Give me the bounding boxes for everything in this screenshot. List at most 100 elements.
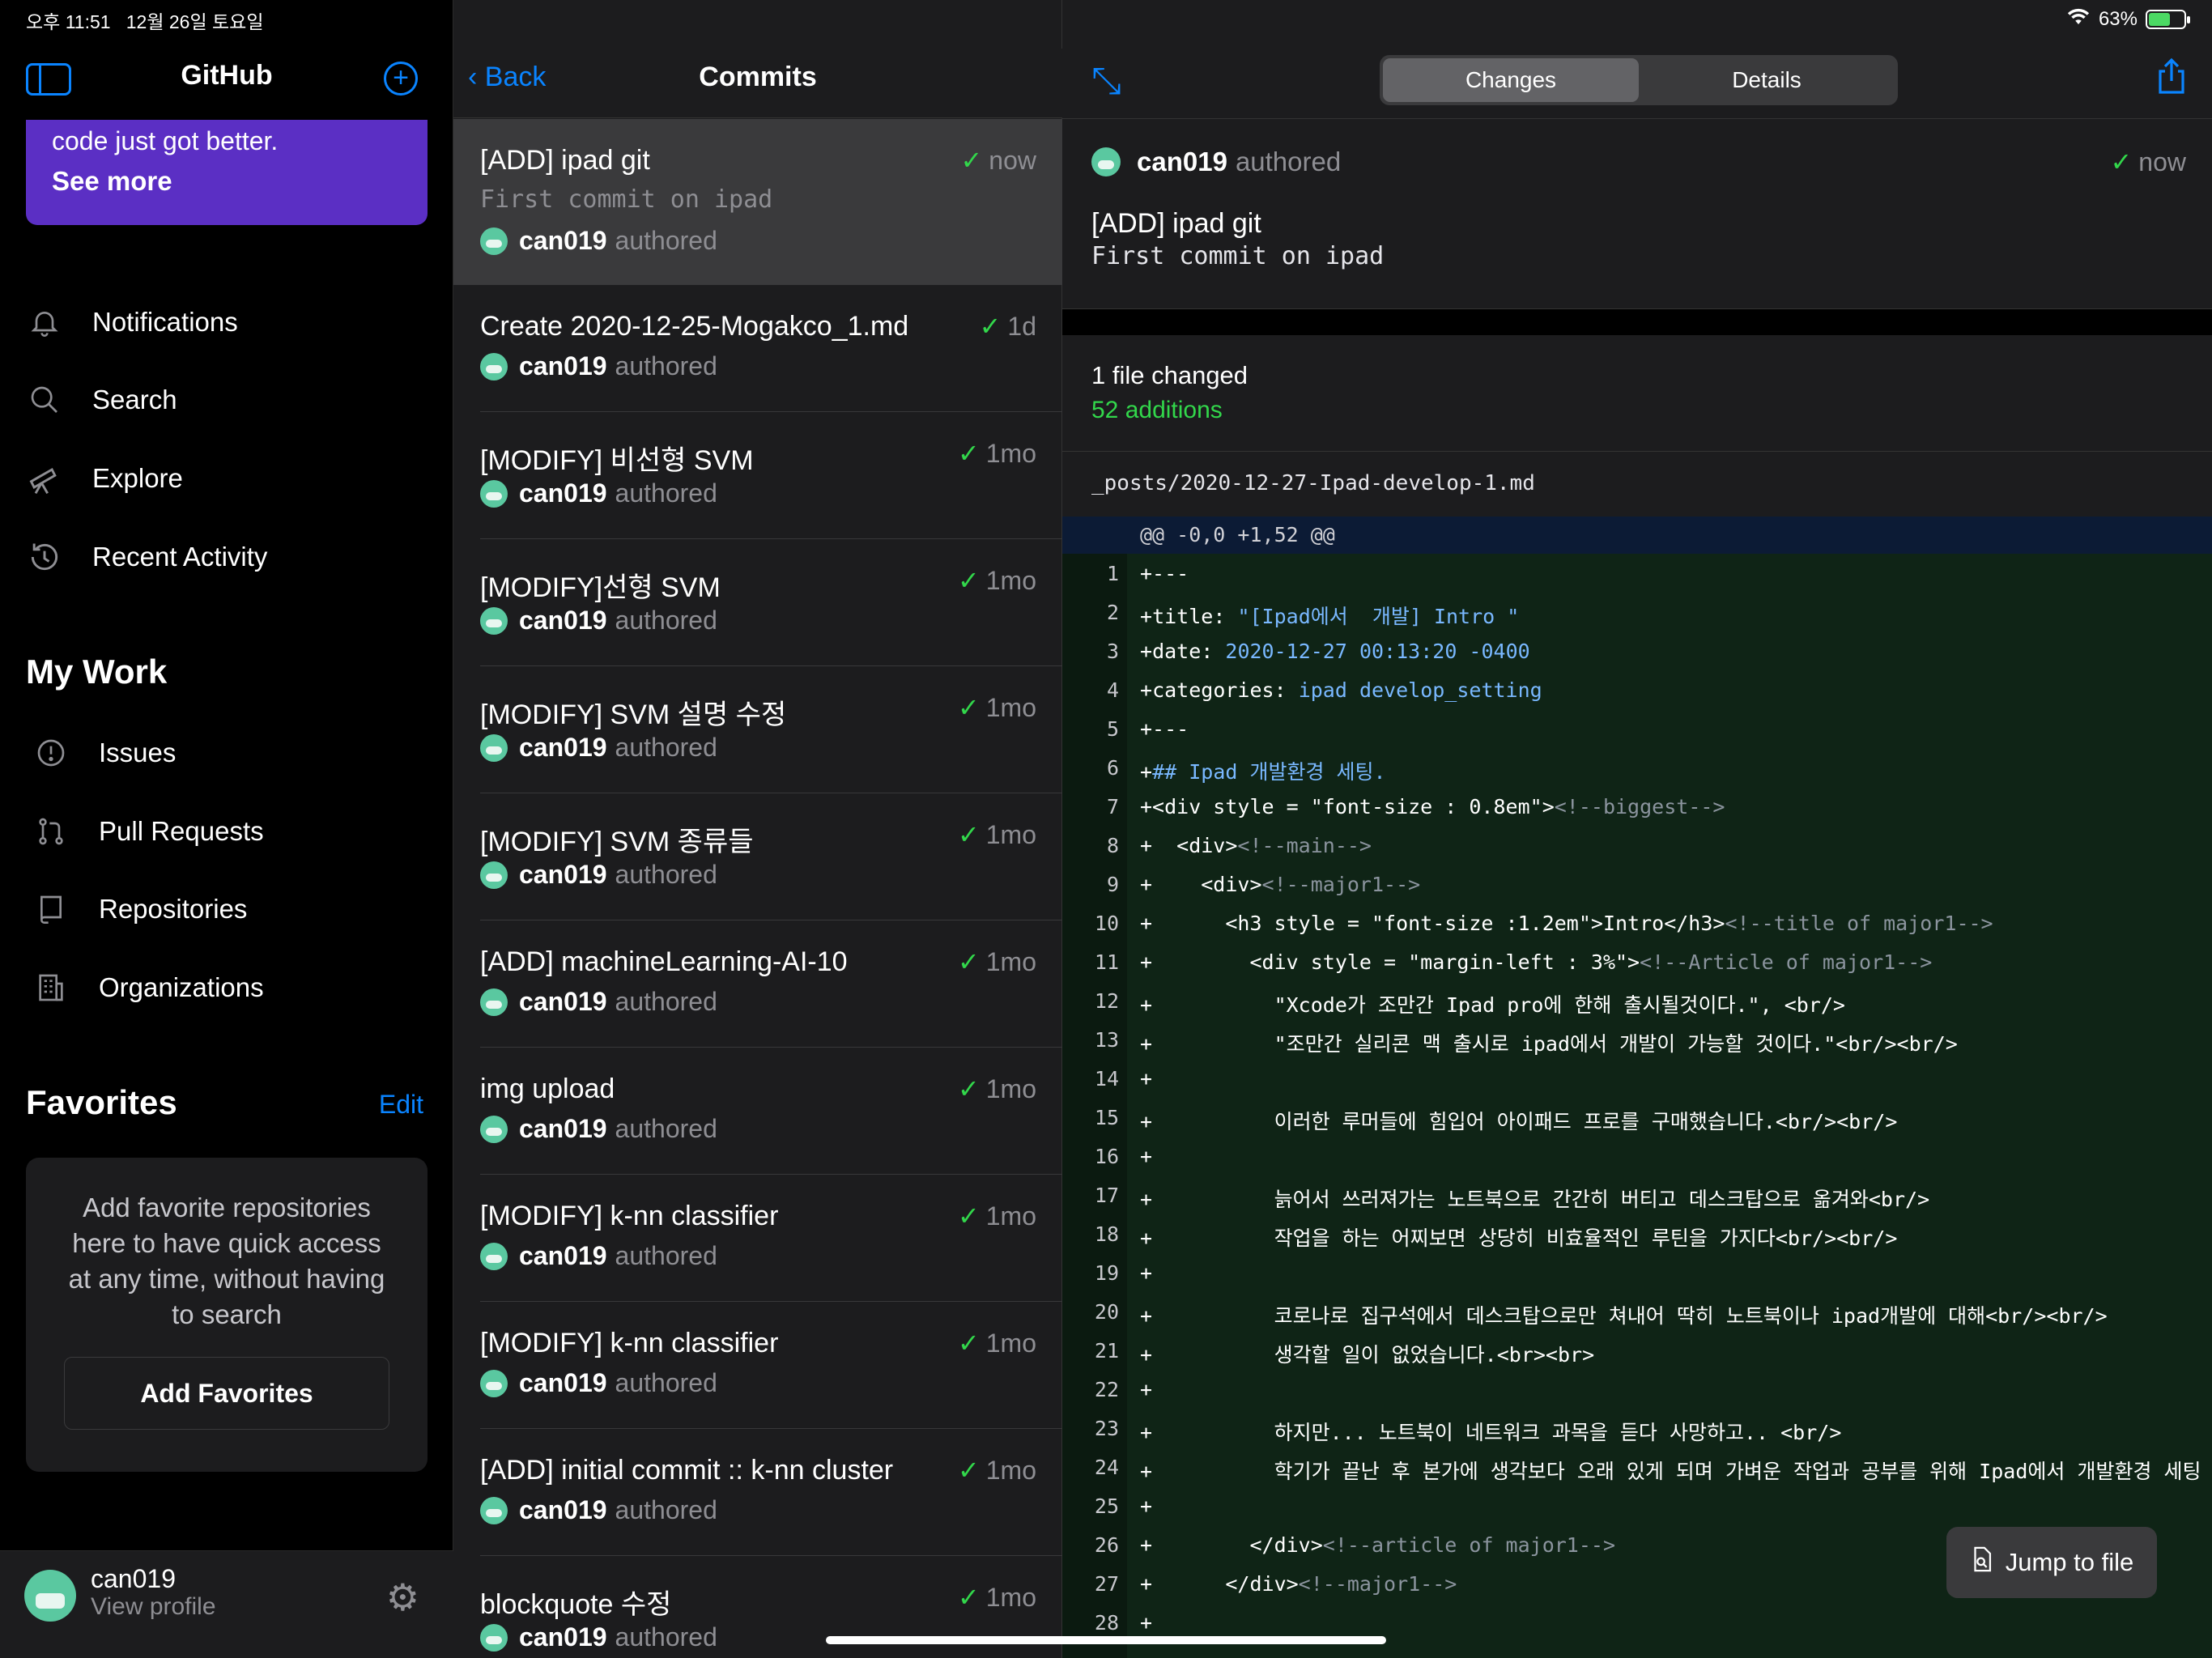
commit-author: can019 authored	[1091, 147, 1341, 177]
avatar	[480, 861, 508, 889]
favorites-empty-text: Add favorite repositories here to have q…	[68, 1192, 385, 1329]
authored-label: authored	[615, 606, 717, 635]
line-code: +title: "[Ipad에서 개발] Intro "	[1140, 605, 1520, 628]
sidebar-item-organizations[interactable]: Organizations	[32, 963, 264, 1012]
commit-author: can019 authored	[480, 1368, 717, 1398]
commit-title: [ADD] initial commit :: k-nn cluster	[480, 1455, 894, 1486]
line-number: 6	[1106, 756, 1119, 780]
author-name: can019	[519, 860, 607, 889]
commit-time-text: 1mo	[985, 693, 1036, 722]
view-profile-link[interactable]: View profile	[91, 1593, 216, 1621]
commit-time-text: 1mo	[985, 566, 1036, 595]
sidebar-item-issues[interactable]: Issues	[32, 729, 176, 777]
commit-author: can019 authored	[480, 226, 717, 256]
authored-label: authored	[615, 733, 717, 762]
commit-row[interactable]: [MODIFY]선형 SVM can019 authored ✓ 1mo	[453, 539, 1062, 666]
share-icon[interactable]	[2155, 57, 2188, 104]
change-stats: 1 file changed 52 additions	[1062, 335, 2212, 452]
promo-see-more-link[interactable]: See more	[52, 166, 402, 197]
authored-label: authored	[615, 1114, 717, 1143]
line-code: + </div><!--major1-->	[1140, 1572, 1457, 1596]
avatar	[480, 352, 508, 380]
file-path[interactable]: _posts/2020-12-27-Ipad-develop-1.md	[1091, 471, 1535, 495]
commit-row[interactable]: [MODIFY] 비선형 SVM can019 authored ✓ 1mo	[453, 412, 1062, 539]
line-code: + </div><!--article of major1-->	[1140, 1533, 1616, 1557]
sidebar-item-search[interactable]: Search	[26, 376, 177, 424]
commit-title: img upload	[480, 1073, 615, 1104]
line-code: + 학기가 끝난 후 본가에 생각보다 오래 있게 되며 가벼운 작업과 공부를…	[1140, 1460, 2201, 1483]
line-number: 1	[1106, 562, 1119, 585]
commit-time-text: 1mo	[985, 1201, 1036, 1231]
tab-changes[interactable]: Changes	[1383, 58, 1639, 102]
diff-line: 7 +<div style = "font-size : 0.8em"><!--b…	[1062, 787, 2212, 826]
line-number: 11	[1094, 950, 1119, 974]
commit-row[interactable]: [ADD] ipad git First commit on ipad can0…	[453, 119, 1062, 285]
commit-title: [MODIFY] SVM 종류들	[480, 827, 754, 857]
promo-banner[interactable]: code just got better. See more	[26, 120, 428, 225]
diff-view[interactable]: @@ -0,0 +1,52 @@ 1 +--- 2 +title: "[Ipad에서 …	[1062, 517, 2212, 1658]
diff-line: 24 + 학기가 끝난 후 본가에 생각보다 오래 있게 되며 가벼운 작업과 공…	[1062, 1448, 2212, 1486]
commit-time: ✓ 1mo	[958, 565, 1036, 596]
author-name: can019	[519, 478, 607, 508]
diff-line: 17 + 늙어서 쓰러져가는 노트북으로 간간히 버티고 데스크탑으로 옮겨와<b…	[1062, 1175, 2212, 1214]
avatar	[480, 1623, 508, 1652]
battery-icon	[2146, 9, 2190, 29]
check-icon: ✓	[960, 146, 983, 175]
status-time: 오후 11:51	[26, 11, 111, 32]
sidebar-item-label: Notifications	[92, 307, 238, 337]
commit-row[interactable]: [ADD] machineLearning-AI-10 can019 author…	[453, 920, 1062, 1048]
line-code: + <div><!--major1-->	[1140, 873, 1421, 896]
sidebar-item-pull-requests[interactable]: Pull Requests	[32, 807, 264, 856]
tab-details[interactable]: Details	[1639, 58, 1895, 102]
line-code: + 늙어서 쓰러져가는 노트북으로 간간히 버티고 데스크탑으로 옮겨와<br/…	[1140, 1188, 1930, 1211]
check-icon: ✓	[979, 312, 1002, 341]
commit-row[interactable]: [MODIFY] k-nn classifier can019 authored …	[453, 1175, 1062, 1302]
author-name: can019	[519, 1241, 607, 1270]
line-code: + 생각할 일이 없었습니다.<br><br>	[1140, 1343, 1595, 1367]
gear-icon[interactable]: ⚙	[386, 1575, 419, 1619]
favorites-heading: Favorites	[26, 1083, 177, 1121]
commit-row[interactable]: img upload can019 authored ✓ 1mo	[453, 1048, 1062, 1175]
expand-icon[interactable]: ⤡	[1091, 58, 1121, 104]
sidebar-item-notifications[interactable]: Notifications	[26, 298, 238, 346]
favorites-edit-link[interactable]: Edit	[379, 1090, 423, 1120]
avatar	[480, 1369, 508, 1397]
commit-row[interactable]: [MODIFY] k-nn classifier can019 authored …	[453, 1302, 1062, 1429]
jump-to-file-button[interactable]: Jump to file	[1946, 1527, 2157, 1598]
diff-line: 3 +date: 2020-12-27 00:13:20 -0400	[1062, 631, 2212, 670]
sidebar-item-label: Recent Activity	[92, 542, 268, 572]
commit-row[interactable]: [MODIFY] SVM 종류들 can019 authored ✓ 1mo	[453, 793, 1062, 920]
avatar	[480, 606, 508, 635]
check-icon: ✓	[957, 1329, 980, 1358]
profile-row[interactable]: can019 View profile ⚙	[0, 1550, 453, 1658]
author-name[interactable]: can019	[1137, 147, 1227, 177]
commits-nav-bar: ‹ Back Commits	[453, 49, 1062, 118]
authored-label: authored	[1235, 147, 1342, 176]
sidebar-item-label: Pull Requests	[99, 816, 264, 846]
line-number: 15	[1094, 1106, 1119, 1129]
diff-line: 4 +categories: ipad develop_setting	[1062, 670, 2212, 709]
diff-line: 21 + 생각할 일이 없었습니다.<br><br>	[1062, 1331, 2212, 1370]
line-code: + <div style = "margin-left : 3%"><!--Ar…	[1140, 950, 1933, 974]
commit-header: can019 authored ✓ now [ADD] ipad git First…	[1062, 118, 2212, 309]
commit-author: can019 authored	[480, 987, 717, 1017]
hunk-text: @@ -0,0 +1,52 @@	[1140, 523, 1335, 546]
commits-title: Commits	[699, 62, 817, 92]
commit-row[interactable]: [MODIFY] SVM 설명 수정 can019 authored ✓ 1mo	[453, 666, 1062, 793]
add-plus-icon[interactable]: +	[384, 62, 418, 96]
add-favorites-button[interactable]: Add Favorites	[64, 1357, 389, 1430]
sidebar-item-repositories[interactable]: Repositories	[32, 885, 247, 933]
commit-time-text: now	[989, 146, 1036, 175]
diff-line: 25 +	[1062, 1486, 2212, 1525]
commits-pane: ‹ Back Commits [ADD] ipad git First comm…	[453, 0, 1062, 1658]
sidebar-item-explore[interactable]: Explore	[26, 454, 183, 503]
line-number: 22	[1094, 1378, 1119, 1401]
author-name: can019	[519, 733, 607, 762]
commit-title: [ADD] ipad git	[480, 145, 650, 176]
commit-time-text: 1mo	[985, 1583, 1036, 1612]
commit-time-text: now	[2138, 147, 2186, 176]
commit-row[interactable]: [ADD] initial commit :: k-nn cluster can…	[453, 1429, 1062, 1556]
sidebar-item-recent-activity[interactable]: Recent Activity	[26, 533, 267, 581]
commit-row[interactable]: Create 2020-12-25-Mogakco_1.md can019 aut…	[453, 285, 1062, 412]
diff-line: 18 + 작업을 하는 어찌보면 상당히 비효율적인 루틴을 가지다<br/><b…	[1062, 1214, 2212, 1253]
